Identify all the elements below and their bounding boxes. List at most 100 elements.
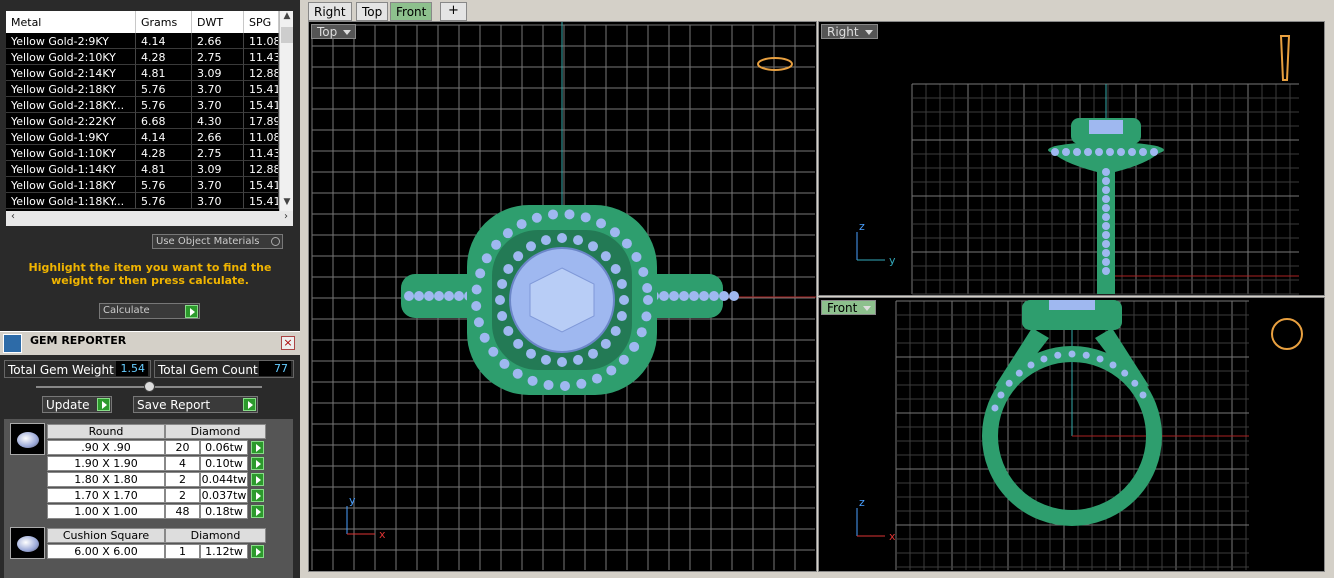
table-row[interactable]: Yellow Gold-1:18KY... 5.76 3.70 15.41 <box>6 193 293 209</box>
axis-label: x <box>889 530 896 543</box>
calculate-dropdown[interactable]: Calculate <box>99 303 200 319</box>
table-cell: 2.75 <box>192 49 244 65</box>
calculate-label: Calculate <box>103 305 150 316</box>
table-row[interactable]: Yellow Gold-2:18KY... 5.76 3.70 15.41 <box>6 97 293 113</box>
table-cell: 4.28 <box>136 145 192 161</box>
halo-gem <box>557 357 567 367</box>
halo-gem <box>540 354 551 365</box>
table-cell: Yellow Gold-2:18KY... <box>6 97 136 113</box>
scroll-right-icon[interactable]: › <box>279 211 293 226</box>
front-viewport[interactable]: z x Front <box>818 297 1325 572</box>
halo-gem <box>503 326 514 336</box>
radio-icon[interactable] <box>271 237 280 246</box>
halo-gem <box>606 365 617 376</box>
update-button[interactable]: Update <box>42 396 112 413</box>
side-gem <box>1015 369 1023 377</box>
table-row[interactable]: Yellow Gold-2:22KY 6.68 4.30 17.89 <box>6 113 293 129</box>
scroll-thumb[interactable] <box>281 27 293 43</box>
table-cell: 5.76 <box>136 81 192 97</box>
plus-icon[interactable]: + <box>440 2 467 21</box>
halo-gem <box>616 278 627 289</box>
gem-reporter-icon <box>3 334 22 353</box>
halo-gem <box>564 209 575 220</box>
table-cell: Yellow Gold-1:18KY... <box>6 193 136 209</box>
table-row[interactable]: Yellow Gold-1:14KY 4.81 3.09 12.88 <box>6 161 293 177</box>
tab-top[interactable]: Top <box>356 2 389 21</box>
select-gem-button[interactable] <box>251 473 264 486</box>
table-row[interactable]: Yellow Gold-1:9KY 4.14 2.66 11.08 <box>6 129 293 145</box>
table-cell: 4.81 <box>136 65 192 81</box>
halo-gem <box>619 295 629 305</box>
side-gem <box>444 291 454 301</box>
nav-ring-icon <box>757 57 793 71</box>
gem-list: Round Diamond ​.90 X .90 20 0.06tw 1.90 X 1.9… <box>4 419 293 578</box>
side-gem <box>1102 177 1110 185</box>
gem-shape-header: Round <box>47 424 165 439</box>
gem-cell: 0.10tw <box>200 456 248 471</box>
gem-cell: 0.18tw <box>200 504 248 519</box>
table-cell: 3.09 <box>192 65 244 81</box>
side-gem <box>454 291 464 301</box>
slider-knob[interactable] <box>144 381 155 392</box>
halo-gem <box>600 338 611 349</box>
use-object-materials-label: Use Object Materials <box>156 236 260 247</box>
splitter-slider[interactable] <box>36 381 262 392</box>
side-gem <box>689 291 699 301</box>
right-viewport[interactable]: z y Right <box>818 21 1325 296</box>
select-gem-button[interactable] <box>251 441 264 454</box>
header-grams[interactable]: Grams <box>136 11 192 33</box>
total-gem-weight-label: Total Gem Weight <box>8 363 114 377</box>
halo-gem <box>1150 148 1158 156</box>
tab-right[interactable]: Right <box>308 2 352 21</box>
scroll-down-icon[interactable]: ▼ <box>280 197 293 211</box>
table-row[interactable]: Yellow Gold-2:10KY 4.28 2.75 11.43 <box>6 49 293 65</box>
select-gem-button[interactable] <box>251 489 264 502</box>
calculate-go-button[interactable] <box>185 305 198 318</box>
header-spg[interactable]: SPG <box>244 11 279 33</box>
play-icon[interactable] <box>97 398 110 411</box>
save-report-label: Save Report <box>137 398 211 412</box>
gem-material-header: Diamond <box>165 424 266 439</box>
metal-table-vscroll[interactable]: ▲ ▼ <box>279 11 293 211</box>
table-cell: 4.14 <box>136 129 192 145</box>
right-viewport-label[interactable]: Right <box>821 24 878 39</box>
scroll-up-icon[interactable]: ▲ <box>280 11 293 25</box>
side-gem <box>729 291 739 301</box>
table-row[interactable]: Yellow Gold-2:9KY 4.14 2.66 11.08 <box>6 33 293 49</box>
center-stone <box>1049 300 1095 310</box>
halo-gem <box>471 300 482 311</box>
metal-weight-table[interactable]: Metal Grams DWT SPG Yellow Gold-2:9KY 4.1… <box>6 11 293 211</box>
table-row[interactable]: Yellow Gold-2:18KY 5.76 3.70 15.41 <box>6 81 293 97</box>
close-icon[interactable]: × <box>281 336 295 350</box>
header-metal[interactable]: Metal <box>6 11 136 33</box>
side-gem <box>1027 361 1035 369</box>
table-cell: 11.43 <box>244 49 279 65</box>
select-gem-button[interactable] <box>251 505 264 518</box>
top-viewport-label[interactable]: Top <box>311 24 357 39</box>
tab-front[interactable]: Front <box>390 2 433 21</box>
table-row[interactable]: Yellow Gold-2:14KY 4.81 3.09 12.88 <box>6 65 293 81</box>
halo-gem <box>491 239 502 250</box>
metal-table-hscroll[interactable]: ‹ › <box>6 211 293 226</box>
select-gem-button[interactable] <box>251 545 264 558</box>
halo-gem <box>618 354 629 365</box>
header-dwt[interactable]: DWT <box>192 11 244 33</box>
table-cell: 3.70 <box>192 177 244 193</box>
halo-gem <box>481 253 492 264</box>
side-gem <box>1102 240 1110 248</box>
front-viewport-label[interactable]: Front <box>821 300 877 315</box>
gem-material-header: Diamond <box>165 528 266 543</box>
use-object-materials-toggle[interactable]: Use Object Materials <box>152 234 283 249</box>
halo-gem <box>475 268 486 279</box>
halo-gem <box>1095 148 1103 156</box>
side-gem <box>1102 231 1110 239</box>
select-gem-button[interactable] <box>251 457 264 470</box>
table-row[interactable]: Yellow Gold-1:10KY 4.28 2.75 11.43 <box>6 145 293 161</box>
play-icon[interactable] <box>243 398 256 411</box>
scroll-left-icon[interactable]: ‹ <box>6 211 20 226</box>
table-row[interactable]: Yellow Gold-1:18KY 5.76 3.70 15.41 <box>6 177 293 193</box>
save-report-button[interactable]: Save Report <box>133 396 258 413</box>
side-gem <box>1040 355 1048 363</box>
table-cell: 12.88 <box>244 161 279 177</box>
top-viewport[interactable]: y x Top <box>308 21 817 572</box>
